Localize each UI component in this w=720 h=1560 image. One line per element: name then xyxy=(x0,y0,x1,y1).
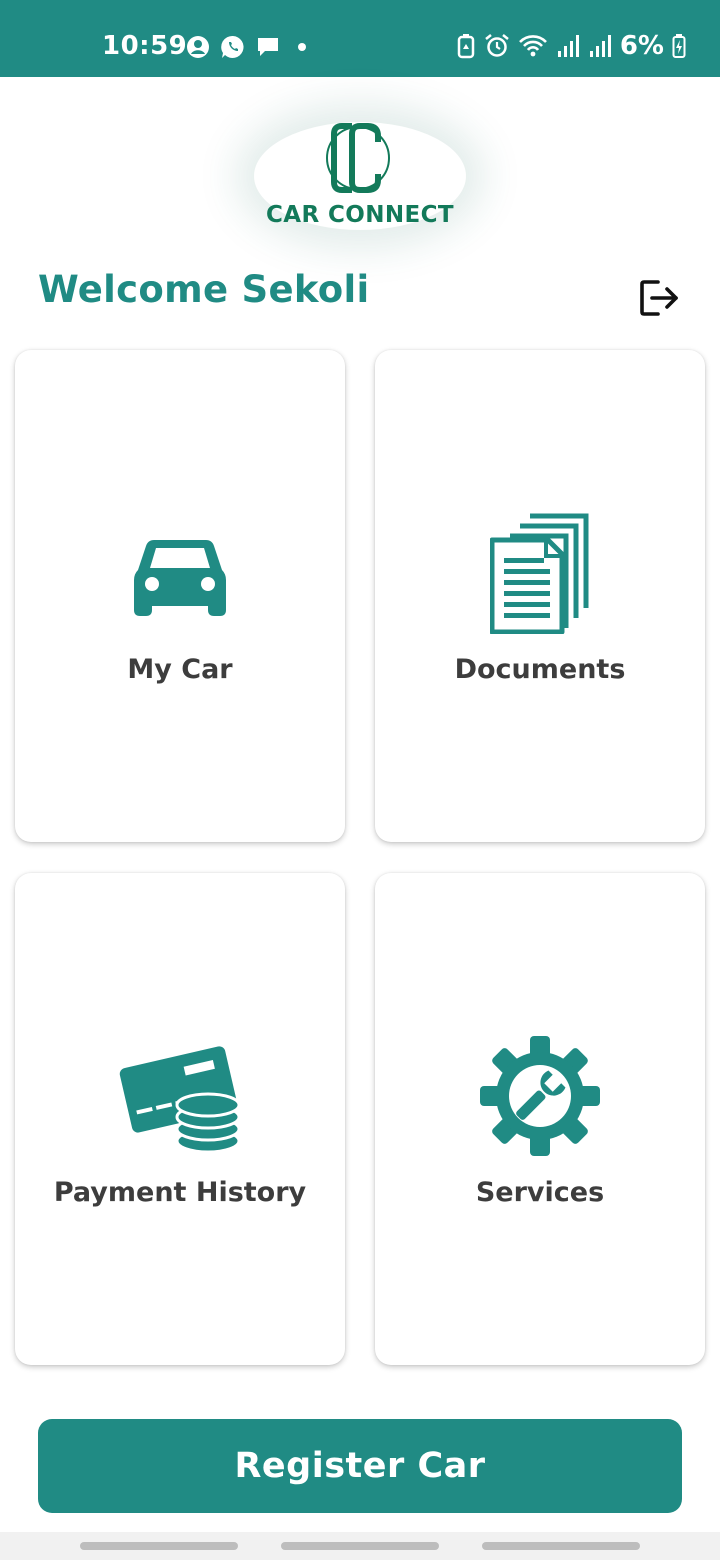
settings-wrench-icon xyxy=(480,1036,600,1156)
system-nav-bar xyxy=(0,1532,720,1560)
card-documents[interactable]: Documents xyxy=(375,350,705,842)
nav-home-button[interactable] xyxy=(281,1542,439,1550)
account-icon xyxy=(187,36,209,58)
card-my-car[interactable]: My Car xyxy=(15,350,345,842)
card-label-my-car: My Car xyxy=(127,654,233,685)
signal-icon xyxy=(589,35,611,57)
dot-icon xyxy=(298,43,306,51)
logout-button[interactable] xyxy=(636,276,682,320)
status-right-icons: 6% xyxy=(456,30,686,62)
whatsapp-icon xyxy=(221,35,244,58)
card-label-payment-history: Payment History xyxy=(53,1177,307,1208)
documents-icon xyxy=(490,513,589,634)
nav-recents-button[interactable] xyxy=(80,1542,238,1550)
status-bar: 10:59 6% xyxy=(0,0,720,77)
card-label-documents: Documents xyxy=(454,654,626,685)
card-services[interactable]: Services xyxy=(375,873,705,1365)
alarm-icon xyxy=(485,34,509,57)
status-left-icons xyxy=(186,32,314,62)
card-label-services: Services xyxy=(475,1177,605,1208)
logout-icon xyxy=(640,280,678,316)
battery-percent: 6% xyxy=(619,31,664,61)
status-time: 10:59 xyxy=(102,31,188,61)
car-icon xyxy=(134,540,226,616)
logo-text: CAR CONNECT xyxy=(265,202,454,228)
message-icon xyxy=(258,38,278,56)
app-logo: CAR CONNECT xyxy=(240,108,480,244)
battery-saver-icon xyxy=(457,34,475,59)
logo-mark-icon xyxy=(326,123,390,193)
register-car-button[interactable]: Register Car xyxy=(38,1419,682,1513)
signal-icon xyxy=(557,35,579,57)
payment-icon xyxy=(119,1046,241,1154)
card-payment-history[interactable]: Payment History xyxy=(15,873,345,1365)
battery-charging-icon xyxy=(672,34,686,58)
nav-back-button[interactable] xyxy=(482,1542,640,1550)
wifi-icon xyxy=(518,35,547,57)
welcome-title: Welcome Sekoli xyxy=(38,268,370,311)
